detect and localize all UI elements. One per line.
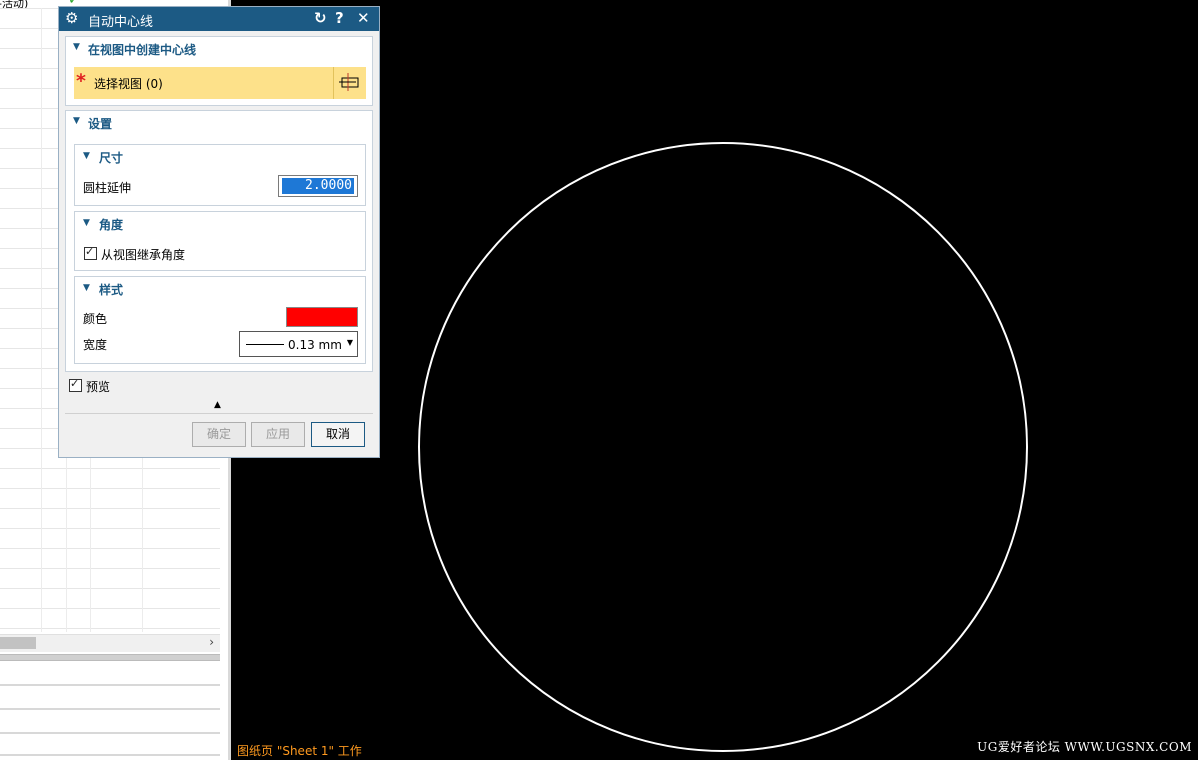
line-width-value: 0.13 mm (288, 338, 342, 352)
collapse-caret-icon[interactable]: ▼ (73, 42, 80, 52)
required-star-icon: * (76, 70, 86, 92)
select-view-button[interactable] (333, 67, 365, 99)
cylinder-extension-label: 圆柱延伸 (83, 181, 132, 195)
checkmark-icon: ✓ (85, 245, 95, 258)
table-row (0, 628, 220, 629)
view-select-icon (339, 73, 359, 91)
group-title: 设置 (88, 117, 113, 131)
forum-watermark: UG爱好者论坛 WWW.UGSNX.COM (977, 740, 1192, 754)
collapse-caret-icon[interactable]: ▼ (83, 218, 90, 228)
color-swatch-button[interactable] (286, 307, 358, 327)
inherit-angle-checkbox[interactable]: ✓ (84, 245, 97, 260)
close-icon[interactable]: ✕ (357, 9, 370, 27)
circle-geometry[interactable] (418, 142, 1028, 752)
table-row (0, 568, 220, 569)
preview-checkbox[interactable]: ✓ (69, 377, 82, 392)
collapse-caret-icon[interactable]: ▼ (73, 116, 80, 126)
detail-row (0, 732, 220, 734)
subgroup-title: 角度 (99, 218, 124, 232)
checkmark-icon: ✓ (70, 377, 80, 390)
subgroup-title: 样式 (99, 283, 124, 297)
size-subgroup: ▼ 尺寸 圆柱延伸 2.0000 (74, 144, 366, 206)
ok-button[interactable]: 确定 (192, 422, 246, 447)
collapse-caret-icon[interactable]: ▼ (83, 151, 90, 161)
detail-row (0, 708, 220, 710)
line-width-select[interactable]: 0.13 mm ▼ (239, 331, 358, 357)
settings-group: ▼ 设置 ▼ 尺寸 圆柱延伸 2.0000 ▼ 角度 ✓ 从视图继承角度 ▼ 样… (65, 110, 373, 372)
cylinder-extension-input[interactable]: 2.0000 (278, 175, 358, 197)
table-row (0, 528, 220, 529)
panel-splitter[interactable] (0, 654, 220, 661)
create-in-view-group: ▼ 在视图中创建中心线 * 选择视图 (0) (65, 36, 373, 106)
gear-icon: ⚙ (65, 9, 79, 27)
sheet-status-text: 图纸页 "Sheet 1" 工作 (237, 744, 362, 758)
scrollbar-thumb[interactable] (0, 637, 36, 649)
settings-header[interactable]: ▼ 设置 (66, 111, 372, 133)
detail-row (0, 754, 220, 756)
table-row (0, 468, 220, 469)
table-row (0, 548, 220, 549)
cancel-button[interactable]: 取消 (311, 422, 365, 447)
dialog-title: 自动中心线 (88, 15, 154, 30)
cylinder-extension-value: 2.0000 (282, 178, 354, 194)
line-sample (246, 344, 284, 345)
create-in-view-header[interactable]: ▼ 在视图中创建中心线 (66, 37, 372, 59)
table-row (0, 608, 220, 609)
reset-icon[interactable]: ↻ (314, 9, 327, 27)
color-label: 颜色 (83, 312, 108, 326)
collapse-up-icon[interactable]: ▲ (214, 400, 221, 410)
table-row (0, 488, 220, 489)
auto-centerline-dialog: ⚙ 自动中心线 ↻ ? ✕ ▼ 在视图中创建中心线 * 选择视图 (0) ▼ 设… (58, 6, 380, 458)
subgroup-title: 尺寸 (99, 151, 124, 165)
width-label: 宽度 (83, 338, 108, 352)
dialog-title-bar[interactable]: ⚙ 自动中心线 ↻ ? ✕ (59, 7, 379, 31)
table-row (0, 508, 220, 509)
dropdown-arrow-icon: ▼ (346, 338, 353, 347)
collapse-caret-icon[interactable]: ▼ (83, 283, 90, 293)
select-view-label: 选择视图 (0) (94, 77, 163, 91)
group-title: 在视图中创建中心线 (88, 43, 197, 57)
divider (65, 413, 373, 414)
preview-label: 预览 (86, 380, 111, 394)
scroll-right-icon[interactable]: › (209, 635, 214, 649)
select-view-row[interactable]: * 选择视图 (0) (74, 67, 366, 99)
style-subgroup: ▼ 样式 颜色 宽度 0.13 mm ▼ (74, 276, 366, 364)
help-icon[interactable]: ? (335, 9, 344, 27)
inherit-angle-label: 从视图继承角度 (101, 248, 186, 262)
table-column-divider (41, 8, 42, 632)
detail-row (0, 684, 220, 686)
horizontal-scrollbar[interactable]: › (0, 634, 220, 652)
table-row (0, 588, 220, 589)
angle-subgroup: ▼ 角度 ✓ 从视图继承角度 (74, 211, 366, 271)
apply-button[interactable]: 应用 (251, 422, 305, 447)
